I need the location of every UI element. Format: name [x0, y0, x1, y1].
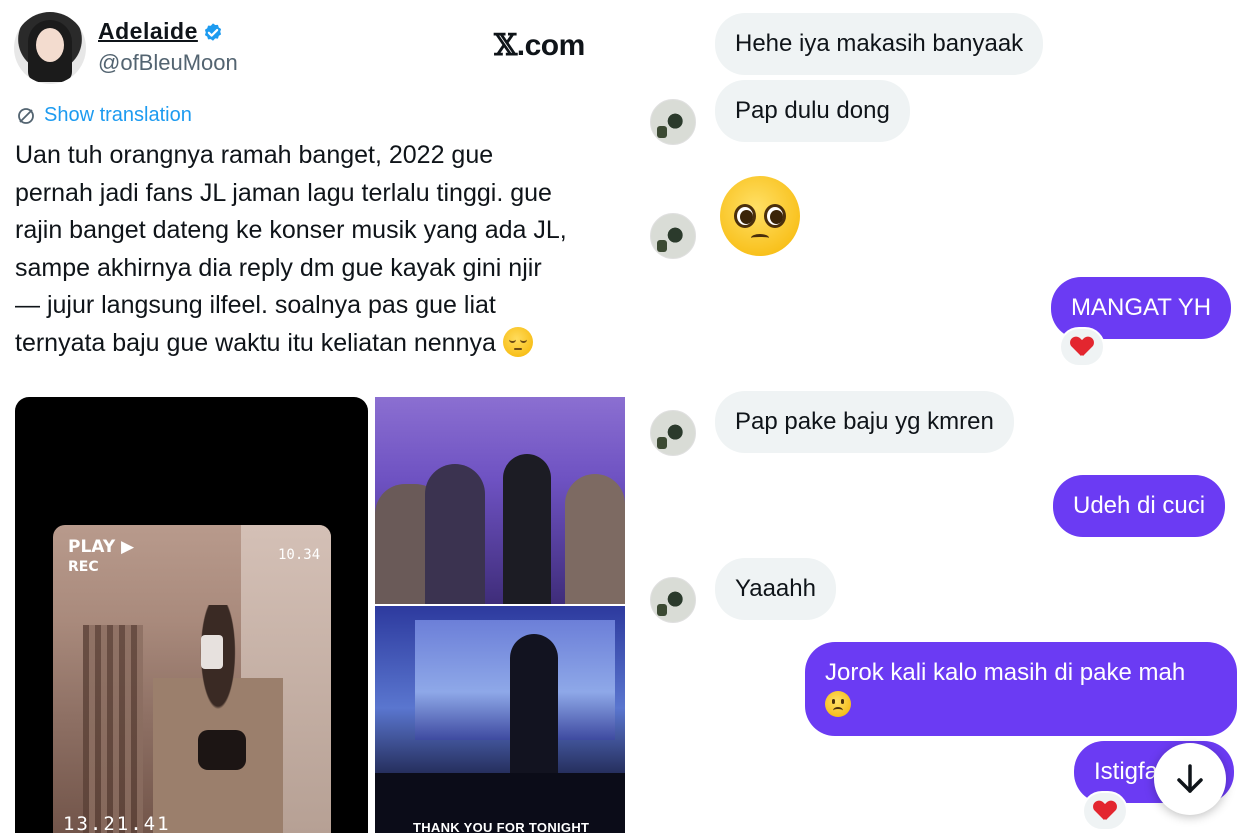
tweet: Adelaide @ofBleuMoon 𝕏.com Show translat… [0, 0, 630, 833]
message-outgoing[interactable]: Udeh di cuci [1053, 475, 1226, 537]
sender-avatar[interactable] [650, 213, 696, 259]
reaction-badge[interactable] [1082, 791, 1128, 831]
show-translation-link[interactable]: Show translation [16, 104, 192, 127]
tweet-image-vhs-selfie[interactable]: PLAY ▶ REC 10.34 13.21.41 [15, 397, 368, 833]
tweet-body: Uan tuh orangnya ramah banget, 2022 gue … [15, 141, 567, 357]
message-text: Pap pake baju yg kmren [735, 408, 994, 435]
sender-avatar[interactable] [650, 99, 696, 145]
scroll-to-bottom-button[interactable] [1154, 743, 1226, 815]
heart-icon [1094, 801, 1116, 821]
message-incoming[interactable]: Hehe iya makasih banyaak [715, 13, 1044, 75]
vhs-play-label: PLAY ▶ [68, 537, 135, 557]
vhs-frame: PLAY ▶ REC 10.34 [53, 525, 331, 833]
message-text: Udeh di cuci [1073, 492, 1206, 519]
pleading-face-icon[interactable] [720, 176, 800, 256]
concert-crowd-photo [375, 397, 625, 604]
vhs-counter: 10.34 [278, 547, 321, 563]
x-logo-watermark: 𝕏.com [494, 28, 585, 63]
verified-badge-icon [204, 23, 222, 41]
message-text: MANGAT YH [1071, 294, 1212, 321]
translate-icon [18, 107, 34, 124]
pensive-face-icon [502, 326, 533, 357]
message-text: Pap dulu dong [735, 97, 890, 124]
message-text: Istigfa [1094, 758, 1159, 785]
message-text: Hehe iya makasih banyaak [735, 30, 1024, 57]
message-outgoing[interactable]: Jorok kali kalo masih di pake mah [805, 642, 1237, 736]
stage-caption: THANK YOU FOR TONIGHT [413, 820, 590, 833]
sender-avatar[interactable] [650, 577, 696, 623]
frowning-face-icon [825, 691, 851, 717]
heart-icon [1071, 337, 1093, 357]
site-domain: .com [516, 29, 586, 62]
tweet-text: Uan tuh orangnya ramah banget, 2022 gue … [15, 137, 615, 362]
message-text: Yaaahh [735, 575, 816, 602]
concert-stage-photo: THANK YOU FOR TONIGHT [375, 606, 625, 833]
message-incoming[interactable]: Pap dulu dong [715, 80, 910, 142]
reaction-badge[interactable] [1059, 327, 1105, 367]
tweet-image-concert[interactable]: THANK YOU FOR TONIGHT [375, 397, 625, 833]
profile-avatar[interactable] [14, 12, 86, 84]
show-translation-label: Show translation [44, 104, 192, 126]
sender-avatar[interactable] [650, 410, 696, 456]
user-handle[interactable]: @ofBleuMoon [98, 50, 238, 76]
vhs-timestamp: 13.21.41 [63, 813, 171, 833]
message-incoming[interactable]: Yaaahh [715, 558, 836, 620]
display-name[interactable]: Adelaide [98, 18, 198, 45]
arrow-down-icon [1177, 764, 1203, 793]
vhs-rec-label: REC [68, 559, 99, 575]
message-incoming[interactable]: Pap pake baju yg kmren [715, 391, 1014, 453]
x-logo-icon: 𝕏 [494, 28, 517, 63]
message-text: Jorok kali kalo masih di pake mah [825, 659, 1186, 686]
dm-conversation: Hehe iya makasih banyaak Pap dulu dong M… [630, 0, 1250, 833]
